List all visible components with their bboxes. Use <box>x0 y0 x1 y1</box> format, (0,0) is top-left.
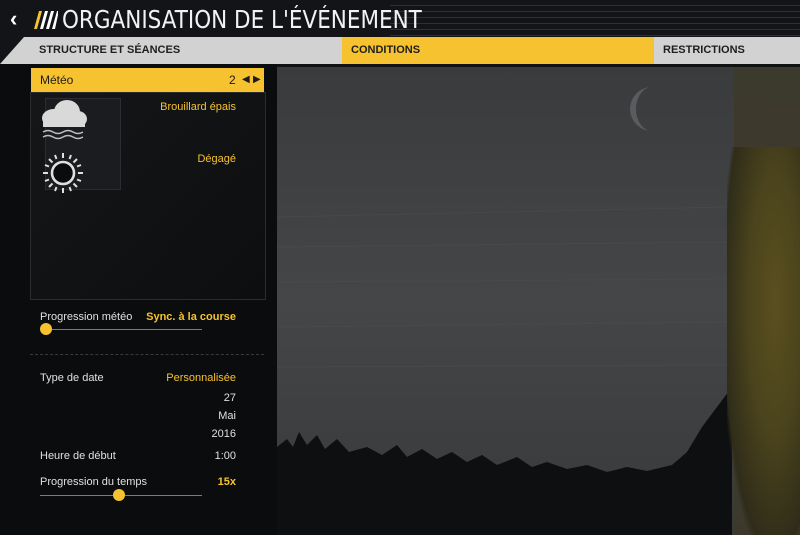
weather-progression-label: Progression météo <box>40 311 133 323</box>
date-type-label: Type de date <box>40 372 104 384</box>
page-title: ORGANISATION DE L'ÉVÉNEMENT <box>62 5 422 34</box>
time-progression-label: Progression du temps <box>40 476 147 488</box>
weather-slot-2-value: Dégagé <box>197 153 236 165</box>
arrow-right-icon[interactable]: ▶ <box>253 68 261 92</box>
tab-restrictions[interactable]: RESTRICTIONS <box>654 37 800 64</box>
tab-bar-corner <box>0 37 24 64</box>
back-chevron-icon[interactable]: ‹ <box>10 8 26 30</box>
date-year[interactable]: 2016 <box>212 428 236 440</box>
stripes-logo-icon <box>34 11 58 29</box>
start-time-value[interactable]: 1:00 <box>215 450 236 462</box>
night-sky-scene <box>277 67 800 535</box>
date-day[interactable]: 27 <box>224 392 236 404</box>
header-bar: ‹ ORGANISATION DE L'ÉVÉNEMENT <box>0 0 800 37</box>
section-divider <box>30 354 264 355</box>
conditions-panel: Météo 2 ◀ ▶ Brouillard épais Dégagé Prog… <box>0 64 277 535</box>
fog-cloud-icon[interactable] <box>40 96 88 142</box>
weather-progression-slider-thumb[interactable] <box>40 323 52 335</box>
header-stripes <box>390 0 800 37</box>
start-time-label: Heure de début <box>40 450 116 462</box>
weather-progression-slider-track[interactable] <box>45 329 202 330</box>
weather-progression-value: Sync. à la course <box>146 311 236 323</box>
tab-bar: STRUCTURE ET SÉANCES CONDITIONS RESTRICT… <box>0 37 800 64</box>
date-type-value[interactable]: Personnalisée <box>166 372 236 384</box>
tab-structure[interactable]: STRUCTURE ET SÉANCES <box>30 37 342 64</box>
time-progression-slider-thumb[interactable] <box>112 489 125 501</box>
weather-slot-1-value: Brouillard épais <box>160 101 236 113</box>
tab-conditions[interactable]: CONDITIONS <box>342 37 654 64</box>
date-month[interactable]: Mai <box>218 410 236 422</box>
weather-count: 2 <box>229 73 236 87</box>
time-progression-value: 15x <box>217 476 236 488</box>
weather-selector[interactable]: Météo 2 ◀ ▶ <box>31 68 264 92</box>
weather-label: Météo <box>40 73 74 87</box>
arrow-left-icon[interactable]: ◀ <box>242 68 250 92</box>
sun-icon[interactable] <box>42 152 84 194</box>
preview-tree <box>727 147 800 535</box>
conditions-preview-image <box>277 67 800 535</box>
